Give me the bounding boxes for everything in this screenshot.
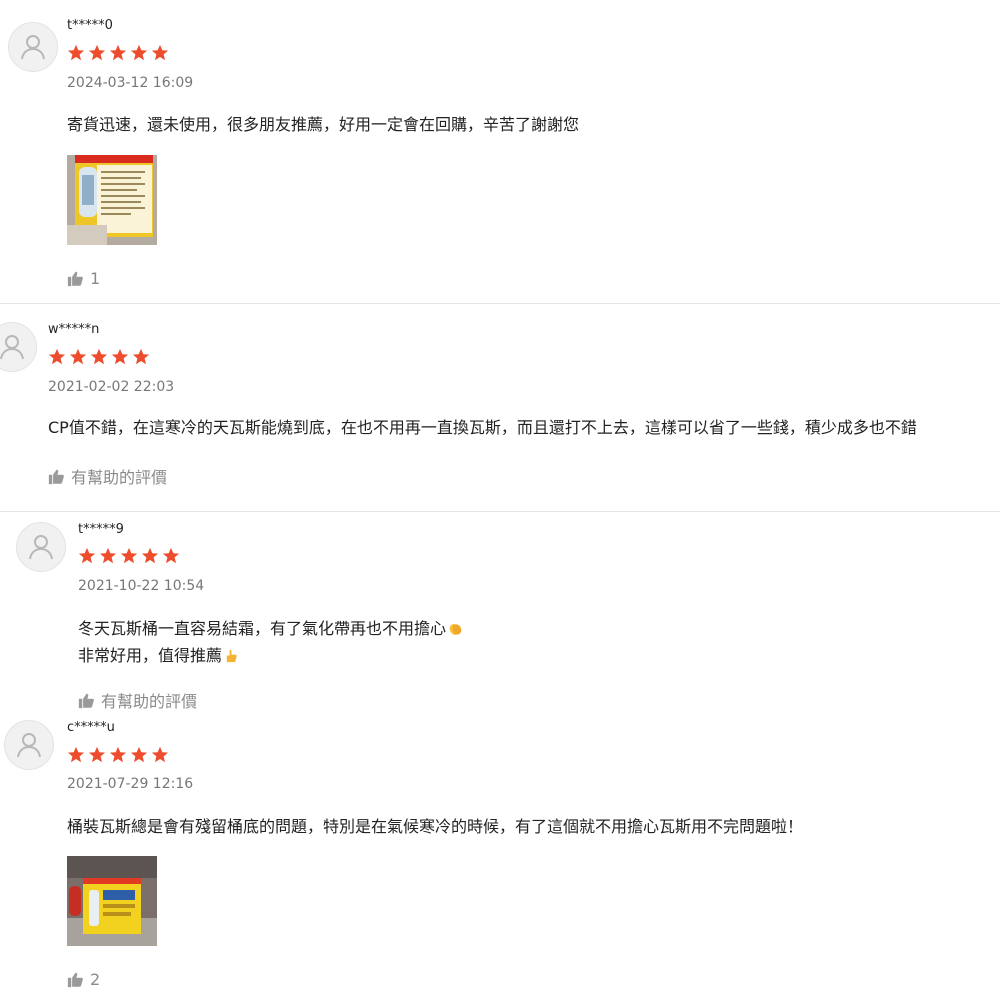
helpful-label: 有幫助的評價 <box>101 692 198 711</box>
avatar[interactable] <box>16 522 66 572</box>
star-icon <box>67 44 85 61</box>
user-avatar-icon <box>29 535 53 560</box>
review-date: 2021-10-22 10:54 <box>78 578 205 594</box>
review-comment: CP值不錯，在這寒冷的天瓦斯能燒到底，在也不用再一直換瓦斯，而且還打不上去，這樣… <box>48 414 1000 441</box>
star-icon <box>141 547 159 564</box>
user-avatar-icon <box>0 335 24 360</box>
star-icon <box>151 746 169 763</box>
comment-line: 非常好用，值得推薦 <box>78 642 463 669</box>
review-photo[interactable] <box>67 856 157 946</box>
comment-line: 寄貨迅速，還未使用，很多朋友推薦，好用一定會在回購，辛苦了謝謝您 <box>67 115 580 134</box>
thumbs-up-icon <box>67 271 83 287</box>
clapping-hands-emoji <box>449 623 462 635</box>
review-date: 2021-07-29 12:16 <box>67 776 194 792</box>
divider <box>0 303 1000 304</box>
like-count: 1 <box>90 269 101 288</box>
divider <box>0 511 1000 512</box>
like-button[interactable]: 1 <box>67 269 100 288</box>
avatar[interactable] <box>8 22 58 72</box>
comment-line: CP值不錯，在這寒冷的天瓦斯能燒到底，在也不用再一直換瓦斯，而且還打不上去，這樣… <box>48 418 917 437</box>
star-rating <box>67 746 169 764</box>
star-icon <box>130 44 148 61</box>
review-comment: 寄貨迅速，還未使用，很多朋友推薦，好用一定會在回購，辛苦了謝謝您 <box>67 111 579 138</box>
user-avatar-icon <box>17 733 41 758</box>
like-button[interactable]: 有幫助的評價 <box>48 464 167 488</box>
username: t*****9 <box>78 522 124 537</box>
review-date: 2024-03-12 16:09 <box>67 75 194 91</box>
star-icon <box>88 44 106 61</box>
avatar[interactable] <box>0 322 37 372</box>
star-icon <box>88 746 106 763</box>
like-button[interactable]: 2 <box>67 970 100 989</box>
star-icon <box>69 348 87 365</box>
username: c*****u <box>67 720 115 735</box>
thumbs-up-icon <box>78 693 94 708</box>
username: t*****0 <box>67 18 113 33</box>
user-avatar-icon <box>21 35 45 60</box>
username: w*****n <box>48 322 100 337</box>
comment-line: 桶裝瓦斯總是會有殘留桶底的問題，特別是在氣候寒冷的時候，有了這個就不用擔心瓦斯用… <box>67 817 804 836</box>
star-rating <box>48 348 150 366</box>
thumbs-up-icon <box>48 469 64 484</box>
star-icon <box>151 44 169 61</box>
helpful-label: 有幫助的評價 <box>71 468 168 487</box>
like-button[interactable]: 有幫助的評價 <box>78 688 197 712</box>
star-icon <box>109 44 127 61</box>
avatar[interactable] <box>4 720 54 770</box>
star-icon <box>132 348 150 365</box>
comment-text: 冬天瓦斯桶一直容易結霜，有了氣化帶再也不用擔心 <box>78 619 447 638</box>
star-icon <box>109 746 127 763</box>
star-rating <box>67 44 169 62</box>
star-icon <box>90 348 108 365</box>
thumbs-up-icon <box>67 972 83 988</box>
product-box-photo <box>67 856 157 946</box>
thumbs-up-emoji <box>226 649 237 663</box>
star-icon <box>162 547 180 564</box>
comment-text: 非常好用，值得推薦 <box>78 646 223 665</box>
comment-line: 冬天瓦斯桶一直容易結霜，有了氣化帶再也不用擔心 <box>78 615 463 642</box>
star-icon <box>48 348 66 365</box>
star-rating <box>78 547 180 565</box>
star-icon <box>99 547 117 564</box>
star-icon <box>120 547 138 564</box>
review-comment: 冬天瓦斯桶一直容易結霜，有了氣化帶再也不用擔心 非常好用，值得推薦 <box>78 615 463 669</box>
star-icon <box>78 547 96 564</box>
star-icon <box>130 746 148 763</box>
review-photo[interactable] <box>67 155 157 245</box>
star-icon <box>67 746 85 763</box>
product-box-photo <box>67 155 157 245</box>
like-count: 2 <box>90 970 101 989</box>
review-comment: 桶裝瓦斯總是會有殘留桶底的問題，特別是在氣候寒冷的時候，有了這個就不用擔心瓦斯用… <box>67 813 803 840</box>
star-icon <box>111 348 129 365</box>
review-date: 2021-02-02 22:03 <box>48 379 175 395</box>
